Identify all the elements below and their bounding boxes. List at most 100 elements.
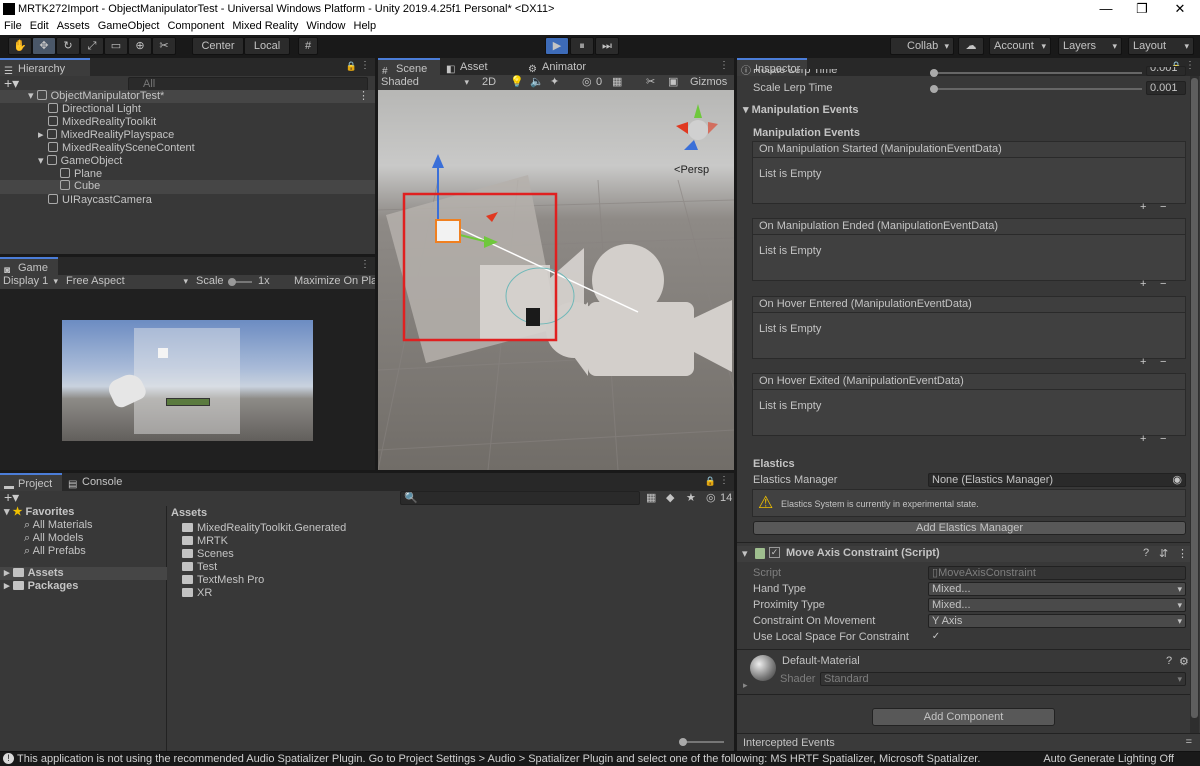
folder-item[interactable]: MixedRealityToolkit.Generated xyxy=(182,522,346,535)
cloud-icon[interactable]: ☁ xyxy=(958,37,984,55)
minimize-button[interactable]: — xyxy=(1088,1,1124,16)
row-menu-icon[interactable]: ⋮ xyxy=(358,90,369,103)
packages-root-row[interactable]: ▸ Packages xyxy=(4,580,78,593)
tab-game[interactable]: ◙ Game xyxy=(0,257,58,276)
favorites-row[interactable]: ▾ ★ Favorites xyxy=(4,506,74,519)
hidden-objects-icon[interactable]: ◎ xyxy=(582,76,592,89)
favorite-item[interactable]: ⌕ All Models xyxy=(24,532,83,545)
scale-slider-thumb[interactable] xyxy=(228,278,236,286)
create-add-icon[interactable]: +▾ xyxy=(4,489,19,506)
add-elastics-manager-button[interactable]: Add Elastics Manager xyxy=(753,521,1186,535)
pivot-local-button[interactable]: Local xyxy=(244,37,290,55)
remove-listener-button[interactable]: − xyxy=(1160,356,1166,368)
tab-animator[interactable]: ⚙ Animator xyxy=(524,58,594,76)
hierarchy-row[interactable]: UIRaycastCamera xyxy=(48,194,152,207)
audio-toggle-icon[interactable]: 🔈 xyxy=(530,76,544,89)
add-listener-button[interactable]: + xyxy=(1140,201,1146,213)
help-icon[interactable]: ? xyxy=(1143,547,1149,559)
gizmos-dropdown[interactable]: Gizmos xyxy=(690,76,727,89)
remove-listener-button[interactable]: − xyxy=(1160,278,1166,290)
favorite-item[interactable]: ⌕ All Prefabs xyxy=(24,545,86,558)
scale-lerp-slider[interactable] xyxy=(930,88,1142,90)
custom-tool-icon[interactable]: ✂ xyxy=(152,37,176,55)
enabled-checkbox[interactable]: ✓ xyxy=(769,547,780,558)
filter-label-icon[interactable]: ◆ xyxy=(666,492,674,505)
play-button[interactable]: ▶ xyxy=(545,37,569,55)
add-listener-button[interactable]: + xyxy=(1140,278,1146,290)
assets-root-row[interactable]: ▸ Assets xyxy=(0,567,167,580)
local-space-checkbox[interactable]: ✓ xyxy=(930,631,942,643)
rotate-lerp-slider-thumb[interactable] xyxy=(930,69,938,77)
lighting-status[interactable]: Auto Generate Lighting Off xyxy=(1043,753,1174,765)
pause-button[interactable]: ⏸ xyxy=(570,37,594,55)
folder-item[interactable]: Scenes xyxy=(182,548,234,561)
manipulation-events-foldout[interactable]: ▾ Manipulation Events xyxy=(743,104,859,117)
object-picker-icon[interactable]: ◉ xyxy=(1172,474,1182,486)
hierarchy-row[interactable]: ▸ MixedRealityPlayspace xyxy=(38,129,174,142)
menu-mixed-reality[interactable]: Mixed Reality xyxy=(228,19,302,33)
collapse-icon[interactable]: = xyxy=(1186,736,1192,748)
menu-gameobject[interactable]: GameObject xyxy=(94,19,164,33)
intercepted-events-bar[interactable]: Intercepted Events = xyxy=(737,733,1200,751)
proximity-type-dropdown[interactable]: Mixed... xyxy=(928,598,1186,612)
scale-tool-icon[interactable]: ⤢ xyxy=(80,37,104,55)
grid-snap-icon[interactable]: # xyxy=(298,37,318,55)
scene-viewport[interactable]: <Persp xyxy=(378,90,734,470)
menu-component[interactable]: Component xyxy=(163,19,228,33)
tab-scene[interactable]: # Scene xyxy=(378,58,440,77)
shading-dropdown[interactable]: Shaded ▾ xyxy=(381,76,471,89)
add-listener-button[interactable]: + xyxy=(1140,356,1146,368)
menu-kebab-icon[interactable]: ⋮ xyxy=(360,259,370,270)
chevron-right-icon[interactable]: ▸ xyxy=(743,680,748,691)
folder-item[interactable]: MRTK xyxy=(182,535,228,548)
game-view[interactable] xyxy=(0,289,375,470)
lock-icon[interactable]: 🔒 xyxy=(705,476,716,487)
favorite-item[interactable]: ⌕ All Materials xyxy=(24,519,93,532)
hierarchy-search-input[interactable]: All xyxy=(128,77,368,91)
scene-root-row[interactable]: ▾ ObjectManipulatorTest* ⋮ xyxy=(0,90,375,103)
collab-dropdown[interactable]: Collab xyxy=(890,37,954,55)
aspect-dropdown[interactable]: Free Aspect ▾ xyxy=(66,275,190,288)
icon-size-slider-thumb[interactable] xyxy=(679,738,687,746)
menu-assets[interactable]: Assets xyxy=(53,19,94,33)
breadcrumb[interactable]: Assets xyxy=(171,507,207,520)
shader-dropdown[interactable]: Standard xyxy=(820,672,1186,686)
remove-listener-button[interactable]: − xyxy=(1160,433,1166,445)
rect-tool-icon[interactable]: ▭ xyxy=(104,37,128,55)
rotate-lerp-input[interactable]: 0.001 xyxy=(1146,66,1186,76)
hierarchy-row-selected[interactable]: Cube xyxy=(0,180,375,194)
settings-gear-icon[interactable]: ⚙ xyxy=(1179,655,1189,668)
menu-edit[interactable]: Edit xyxy=(26,19,53,33)
maximize-button[interactable]: ❐ xyxy=(1124,1,1160,17)
menu-window[interactable]: Window xyxy=(302,19,349,33)
filter-type-icon[interactable]: ▦ xyxy=(646,492,656,505)
step-button[interactable]: ⏭ xyxy=(595,37,619,55)
display-dropdown[interactable]: Display 1 xyxy=(3,275,61,288)
tab-hierarchy[interactable]: ☰ Hierarchy xyxy=(0,58,90,77)
layers-dropdown[interactable]: Layers xyxy=(1058,37,1122,55)
scale-lerp-input[interactable]: 0.001 xyxy=(1146,81,1186,95)
transform-tool-icon[interactable]: ⊕ xyxy=(128,37,152,55)
tools-icon[interactable]: ✂ xyxy=(646,76,655,89)
hierarchy-row[interactable]: MixedRealityToolkit xyxy=(48,116,156,129)
status-message[interactable]: This application is not using the recomm… xyxy=(17,753,1037,765)
folder-item[interactable]: XR xyxy=(182,587,212,600)
hand-type-dropdown[interactable]: Mixed... xyxy=(928,582,1186,596)
effects-toggle-icon[interactable]: ✦ xyxy=(550,76,559,89)
folder-item[interactable]: TextMesh Pro xyxy=(182,574,264,587)
project-search-input[interactable]: 🔍 xyxy=(400,491,640,505)
favorite-star-icon[interactable]: ★ xyxy=(686,492,696,505)
mode-2d-toggle[interactable]: 2D xyxy=(482,76,496,89)
hand-tool-icon[interactable]: ✋ xyxy=(8,37,32,55)
chevron-down-icon[interactable]: ▾ xyxy=(742,547,748,560)
menu-file[interactable]: File xyxy=(0,19,26,33)
maximize-on-play-toggle[interactable]: Maximize On Play xyxy=(294,275,375,288)
lock-icon[interactable]: 🔒 xyxy=(346,61,357,72)
scrollbar-thumb[interactable] xyxy=(1191,78,1198,718)
constraint-movement-dropdown[interactable]: Y Axis xyxy=(928,614,1186,628)
add-component-button[interactable]: Add Component xyxy=(872,708,1055,726)
component-menu-icon[interactable]: ⋮ xyxy=(1177,547,1188,560)
tab-asset-store[interactable]: ◧Asset Store xyxy=(442,58,522,91)
hidden-packages-icon[interactable]: ◎ xyxy=(706,492,716,505)
rotate-lerp-slider[interactable] xyxy=(930,72,1142,74)
